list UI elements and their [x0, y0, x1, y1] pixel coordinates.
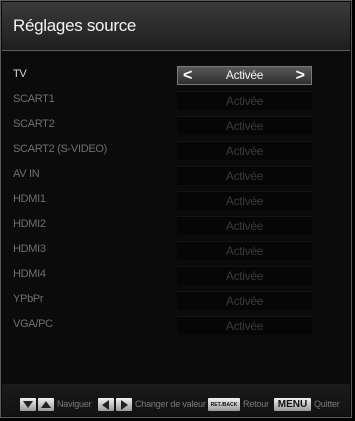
source-label: SCART1 [13, 93, 55, 105]
value-text: Activée [225, 169, 264, 183]
help-bar: Naviguer Changer de valeur RET./BACK Ret… [2, 384, 350, 416]
source-row-hdmi1[interactable]: HDMI1 Activée [13, 191, 313, 211]
navigate-label: Naviguer [57, 399, 92, 409]
value-selector[interactable]: Activée [177, 241, 312, 260]
value-selector[interactable]: Activée [177, 291, 312, 310]
page-title: Réglages source [13, 16, 137, 35]
value-text: Activée [225, 244, 264, 258]
value-text: Activée [225, 219, 264, 233]
value-text: Activée [225, 194, 264, 208]
source-label: SCART2 (S-VIDEO) [13, 143, 108, 155]
down-key-icon [20, 398, 36, 411]
source-row-vga-pc[interactable]: VGA/PC Activée [13, 316, 313, 336]
value-text: Activée [225, 144, 264, 158]
source-label: SCART2 [13, 118, 55, 130]
back-label: Retour [243, 399, 269, 409]
source-row-hdmi2[interactable]: HDMI2 Activée [13, 216, 313, 236]
quit-label: Quitter [314, 399, 340, 409]
up-key-icon [38, 398, 54, 411]
source-label: VGA/PC [13, 318, 53, 330]
source-label: HDMI4 [13, 268, 46, 280]
value-text: Activée [225, 319, 264, 333]
ret-back-key-label: RET./BACK [210, 402, 238, 408]
menu-key-label: MENU [277, 399, 308, 410]
menu-key-icon: MENU [274, 398, 311, 411]
source-label: HDMI3 [13, 243, 46, 255]
source-label: HDMI1 [13, 193, 46, 205]
source-label: AV IN [13, 168, 40, 180]
source-row-scart1[interactable]: SCART1 Activée [13, 91, 313, 111]
value-selector[interactable]: Activée [177, 216, 312, 235]
value-selector[interactable]: Activée [177, 141, 312, 160]
value-selector[interactable]: Activée [177, 316, 312, 335]
value-selector[interactable]: Activée [177, 91, 312, 110]
source-row-hdmi3[interactable]: HDMI3 Activée [13, 241, 313, 261]
right-key-icon [116, 398, 132, 411]
value-text: Activée [225, 68, 264, 82]
source-row-hdmi4[interactable]: HDMI4 Activée [13, 266, 313, 286]
source-row-ypbpr[interactable]: YPbPr Activée [13, 291, 313, 311]
value-text: Activée [225, 294, 264, 308]
title-bar: Réglages source [2, 2, 350, 51]
left-key-icon [98, 398, 114, 411]
source-settings-panel: Réglages source TV < Activée > SCART1 Ac… [0, 0, 352, 418]
source-label: YPbPr [13, 293, 44, 305]
change-value-label: Changer de valeur [135, 399, 206, 409]
value-selector[interactable]: Activée [177, 166, 312, 185]
source-label: HDMI2 [13, 218, 46, 230]
value-text: Activée [225, 94, 264, 108]
value-selector[interactable]: Activée [177, 266, 312, 285]
source-row-av-in[interactable]: AV IN Activée [13, 166, 313, 186]
value-selector[interactable]: < Activée > [177, 66, 312, 85]
value-text: Activée [225, 269, 264, 283]
value-selector[interactable]: Activée [177, 116, 312, 135]
source-row-scart2-svideo[interactable]: SCART2 (S-VIDEO) Activée [13, 141, 313, 161]
arrow-right-icon[interactable]: > [296, 67, 305, 84]
source-label: TV [13, 68, 27, 80]
source-row-tv[interactable]: TV < Activée > [13, 66, 313, 86]
ret-back-key-icon: RET./BACK [208, 398, 240, 411]
value-text: Activée [225, 119, 264, 133]
value-selector[interactable]: Activée [177, 191, 312, 210]
source-row-scart2[interactable]: SCART2 Activée [13, 116, 313, 136]
